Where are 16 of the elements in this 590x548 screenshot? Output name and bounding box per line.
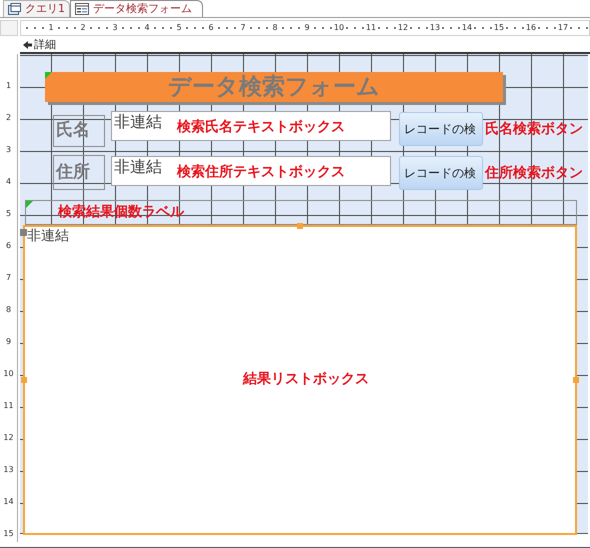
move-handle[interactable]	[20, 229, 27, 236]
horizontal-ruler: 1 2 3 4 5 6 7 8 9 10 11 12 13 14 15 16 17	[20, 20, 590, 36]
search-button[interactable]: レコードの検	[399, 112, 483, 146]
section-arrow-icon[interactable]	[23, 41, 32, 49]
selection-handle[interactable]	[573, 377, 579, 383]
search-button[interactable]: レコードの検	[399, 156, 483, 190]
annotation-label: 検索住所テキストボックス	[177, 165, 345, 179]
document-tab[interactable]: クエリ1	[3, 0, 70, 17]
document-tab[interactable]: データ検索フォーム	[70, 0, 203, 17]
form-icon	[75, 3, 89, 15]
annotation-label: 検索氏名テキストボックス	[177, 120, 345, 134]
selection-handle[interactable]	[21, 377, 27, 383]
annotation-label: 結果リストボックス	[243, 372, 369, 386]
selection-handle[interactable]	[297, 223, 303, 229]
table-icon	[8, 3, 21, 15]
section-header[interactable]: 詳細	[34, 36, 56, 54]
